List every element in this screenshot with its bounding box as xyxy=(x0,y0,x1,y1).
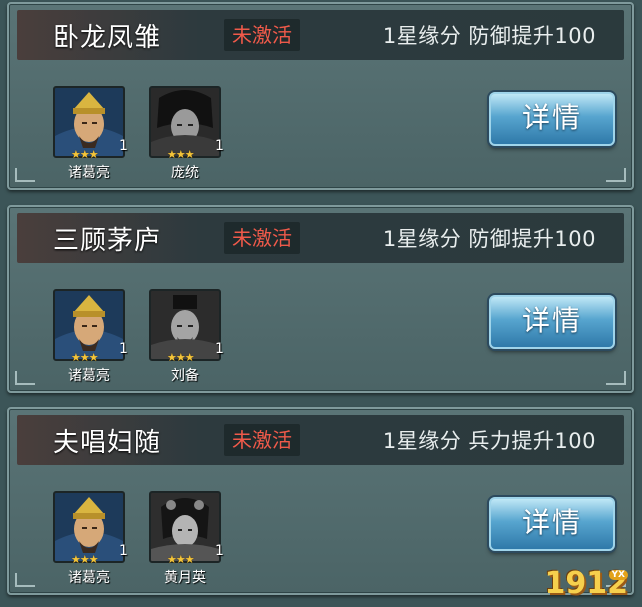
bonus-text: 1星缘分 兵力提升100 xyxy=(382,429,596,453)
card-header: 夫唱妇随 未激活 1星缘分 兵力提升100 xyxy=(17,415,624,465)
star-rating: ★★★ xyxy=(167,148,195,161)
hero-name: 黄月英 xyxy=(164,570,206,586)
hero-name: 诸葛亮 xyxy=(68,165,110,181)
corner-ornament xyxy=(606,371,626,385)
hero-count: 1 xyxy=(215,138,224,154)
hero-name: 庞统 xyxy=(171,165,199,181)
details-button[interactable]: 详情 xyxy=(489,497,615,551)
star-rating: ★★★ xyxy=(71,351,99,364)
zhuge-liang-portrait xyxy=(55,493,123,561)
site-watermark-logo: 1912 YX xyxy=(545,566,628,601)
fate-card-2: 三顾茅庐 未激活 1星缘分 防御提升100 1 ★★★ 诸葛亮 1 ★★★ 刘备… xyxy=(7,205,634,393)
hero-name: 诸葛亮 xyxy=(68,570,110,586)
card-title: 三顾茅庐 xyxy=(53,226,162,256)
fate-card-1: 卧龙凤雏 未激活 1星缘分 防御提升100 1 ★★★ 诸葛亮 1 ★★★ 庞统… xyxy=(7,2,634,190)
hero-count: 1 xyxy=(215,341,224,357)
card-title: 夫唱妇随 xyxy=(53,428,162,458)
star-rating: ★★★ xyxy=(167,553,195,566)
details-button[interactable]: 详情 xyxy=(489,295,615,349)
card-title: 卧龙凤雏 xyxy=(53,23,162,53)
star-rating: ★★★ xyxy=(71,553,99,566)
corner-ornament xyxy=(15,371,35,385)
huang-yueying-portrait xyxy=(151,493,219,561)
zhuge-liang-portrait xyxy=(55,88,123,156)
zhuge-liang-portrait xyxy=(55,291,123,359)
card-header: 三顾茅庐 未激活 1星缘分 防御提升100 xyxy=(17,213,624,263)
fate-card-3: 夫唱妇随 未激活 1星缘分 兵力提升100 1 ★★★ 诸葛亮 1 ★★★ 黄月… xyxy=(7,407,634,595)
bonus-text: 1星缘分 防御提升100 xyxy=(382,24,596,48)
status-badge: 未激活 xyxy=(224,19,300,51)
card-header: 卧龙凤雏 未激活 1星缘分 防御提升100 xyxy=(17,10,624,60)
corner-ornament xyxy=(606,168,626,182)
status-badge: 未激活 xyxy=(224,424,300,456)
liu-bei-portrait xyxy=(151,291,219,359)
details-button[interactable]: 详情 xyxy=(489,92,615,146)
corner-ornament xyxy=(15,168,35,182)
hero-count: 1 xyxy=(119,543,128,559)
hero-name: 刘备 xyxy=(171,368,199,384)
hero-count: 1 xyxy=(119,341,128,357)
bonus-text: 1星缘分 防御提升100 xyxy=(382,227,596,251)
corner-ornament xyxy=(15,573,35,587)
star-rating: ★★★ xyxy=(167,351,195,364)
pang-tong-portrait xyxy=(151,88,219,156)
hero-name: 诸葛亮 xyxy=(68,368,110,384)
hero-count: 1 xyxy=(119,138,128,154)
star-rating: ★★★ xyxy=(71,148,99,161)
status-badge: 未激活 xyxy=(224,222,300,254)
hero-count: 1 xyxy=(215,543,224,559)
watermark-badge: YX xyxy=(608,570,628,580)
